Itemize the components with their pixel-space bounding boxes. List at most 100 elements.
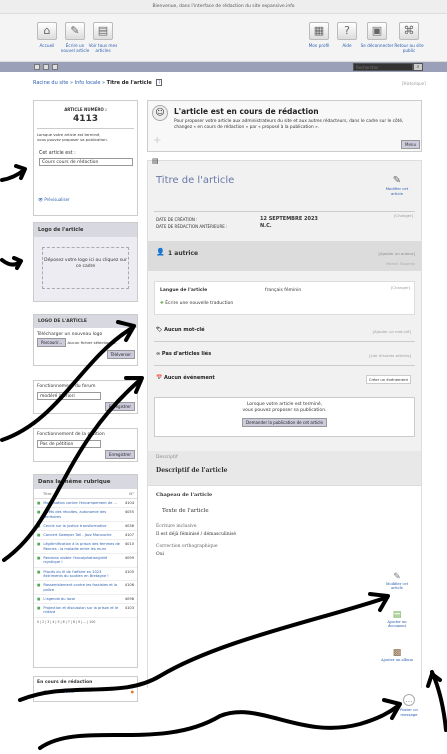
smiley-icon: ☺ (152, 105, 168, 121)
petition-box: Fonctionnement de la pétition Pas de pét… (33, 428, 138, 462)
links-row: ∞ Pas d'articles liés [Lier d'autres art… (156, 351, 411, 358)
arrow-message (38, 704, 400, 750)
add-author-link[interactable]: [Ajouter un auteur] (379, 251, 415, 256)
descriptif-section: Descriptif Descriptif de l'article (148, 451, 421, 485)
list-item[interactable]: ■ Procès du III de l'affaire en 2023 éxtr… (34, 568, 137, 582)
list-item-number: 4099 (124, 556, 134, 561)
status-dot-icon: ● (130, 689, 134, 694)
list-item-title: Rassemblement contre les fascistes et la… (43, 583, 118, 592)
list-item[interactable]: ■ Arrêts des récoltes, autonomie des terr… (34, 508, 137, 522)
preview-link[interactable]: 👁 Prévisualiser (38, 197, 70, 202)
forum-box: Fonctionnement du forum modéré à priori … (33, 380, 138, 414)
quick-icon-2[interactable] (43, 64, 49, 70)
status-dot-icon: ■ (37, 510, 41, 515)
search-input[interactable] (353, 63, 413, 71)
add-link-link[interactable]: [Lier d'autres articles] (369, 353, 411, 358)
author-name[interactable]: Patrick Tissarrey (386, 262, 415, 266)
pencil-icon: ✎ (65, 22, 85, 40)
logo-upload-box: LOGO DE L'ARTICLE Télécharger un nouveau… (33, 314, 138, 366)
petition-save-button[interactable]: Enregistrer (104, 450, 135, 459)
pagination[interactable]: 0 | 2 | 3 | 4 | 5 | 6 | 7 | 8 | 9 | ... … (34, 618, 137, 626)
write-article-label: Écrire un nouvel article (60, 43, 90, 53)
list-item[interactable]: ■ Mobilisation contre l'encampement de ..… (34, 499, 137, 509)
breadcrumb-section[interactable]: Info locale (75, 80, 101, 86)
ortho-label: Correction orthographique (156, 544, 218, 549)
in-progress-box: En cours de rédaction Titre de l'article… (33, 676, 138, 702)
list-item-number: 4010 (124, 542, 134, 547)
translate-icon: ✚ (160, 301, 164, 306)
building-icon: ⌘ (399, 22, 419, 40)
list-item[interactable]: ■ Concert Sweeper Tall - Jazz Manouche 410… (34, 531, 137, 541)
petition-select[interactable]: Pas de pétition (37, 440, 101, 448)
arrow-status (0, 168, 26, 182)
arrow-logo (0, 258, 22, 267)
finished-text: Lorsque votre article est terminé, vous … (242, 402, 327, 413)
quick-icon-3[interactable] (52, 64, 58, 70)
same-rubrique-box: Dans la même rubrique Titre N° ■ Mobilisa… (33, 474, 138, 668)
upload-button[interactable]: Téléverser (106, 350, 135, 359)
status-select[interactable]: Cours cours de rédaction (39, 158, 133, 166)
logout-button[interactable]: ▣ Se déconnecter (360, 22, 394, 48)
history-link[interactable]: [Historique] (402, 81, 426, 86)
profile-label: Mon profil (308, 43, 330, 48)
inclusive-label: Écriture inclusive (156, 524, 197, 529)
lang-label: Langue de l'article (160, 288, 208, 293)
welcome-banner: Bienvenue, dans l'interface de rédaction… (0, 0, 447, 14)
forum-label: Fonctionnement du forum (37, 384, 96, 389)
creation-date-value: 12 SEPTEMBRE 2023 (260, 216, 318, 222)
list-item[interactable]: ■ Rassemblement contre les fascistes et l… (34, 581, 137, 595)
add-document-button[interactable]: ▤ Ajouter un document (381, 610, 413, 628)
translate-link[interactable]: ✚ Écrire une nouvelle traduction (160, 301, 233, 306)
tag-icon: 🏷 (156, 327, 163, 333)
authors-count: 1 autrice (168, 250, 199, 257)
help-icon[interactable]: ? (156, 79, 163, 86)
list-item-title: Cercle sur la justice transformative (43, 523, 107, 528)
rubrique-list: ■ Mobilisation contre l'encampement de ..… (34, 499, 137, 618)
list-item[interactable]: ■ L'agenda du local 4098 (34, 595, 137, 605)
list-item[interactable]: ■ Cercle sur la justice transformative 403… (34, 522, 137, 532)
document-icon: ▤ (392, 610, 402, 620)
desc-value: Descriptif de l'article (156, 467, 228, 474)
list-item-number: 4103 (124, 606, 134, 611)
logout-label: Se déconnecter (360, 43, 394, 48)
article-panel: ▤ Titre de l'article ✎ Modifier cet arti… (147, 157, 422, 689)
forum-select[interactable]: modéré à priori (37, 392, 101, 400)
browse-button[interactable]: Parcourir... (37, 338, 67, 347)
change-date-link[interactable]: [Changer] (394, 213, 413, 218)
search-icon[interactable]: ⌕ (413, 63, 423, 71)
list-item[interactable]: ■ Rendons visible l'encolpitation/pitié m… (34, 554, 137, 568)
in-progress-title: En cours de rédaction (37, 680, 93, 685)
forum-save-button[interactable]: Enregistrer (104, 402, 135, 411)
public-site-button[interactable]: ⌘ Retour au site public (392, 22, 426, 53)
help-button[interactable]: ? Aide (330, 22, 364, 48)
help-label: Aide (342, 43, 352, 48)
add-album-button[interactable]: ▩ Ajouter un album (381, 648, 413, 662)
eye-icon: 👁 (38, 197, 44, 202)
no-file-text: Aucun fichier sélectionné. (67, 340, 117, 345)
list-item[interactable]: ■ Légitimification à la prison des femmes… (34, 540, 137, 555)
logo-dropzone[interactable]: Déposez votre logo ici ou cliquez sur ce… (42, 247, 129, 289)
list-item[interactable]: ■ Projection et discussion sur la prison … (34, 604, 137, 618)
in-progress-item[interactable]: Titre de l'article (44, 689, 131, 694)
lang-value[interactable]: français féminin (265, 288, 301, 293)
list-item-number: 4107 (124, 533, 134, 538)
plus-icon[interactable]: + (153, 135, 161, 146)
list-item-title: Arrêts des récoltes, autonomie des terri… (43, 510, 107, 519)
article-number: 4113 (72, 114, 99, 124)
list-item-number: 4098 (124, 596, 134, 601)
my-articles-button[interactable]: ▤ Voir tous mes articles (86, 22, 120, 53)
edit-article-button[interactable]: ✎ Modifier cet article (381, 175, 413, 196)
post-message-button[interactable]: … Poster un message (394, 694, 424, 717)
my-articles-label: Voir tous mes articles (88, 43, 118, 53)
request-publication-button[interactable]: Demander la publication de cet article (242, 418, 327, 427)
change-lang-link[interactable]: [Changer] (391, 285, 410, 290)
same-rubrique-title: Dans la même rubrique (34, 475, 137, 489)
alert-menu-button[interactable]: Menu (401, 140, 420, 149)
list-item-number: 4055 (124, 510, 134, 515)
side-edit-button[interactable]: ✎ Modifier cet article (381, 572, 413, 590)
add-keyword-link[interactable]: [Ajouter un mot-clé] (373, 329, 411, 334)
breadcrumb-root[interactable]: Racine du site (33, 80, 68, 86)
logo-title: Logo de l'article (34, 223, 137, 237)
quick-icon-1[interactable] (34, 64, 40, 70)
create-event-button[interactable]: Créer un événement (365, 375, 411, 384)
